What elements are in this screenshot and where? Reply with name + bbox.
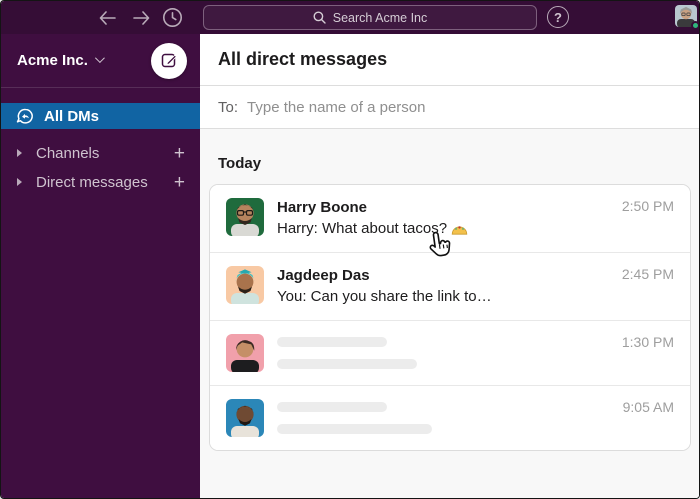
skeleton-bar	[277, 337, 387, 347]
sidebar-nav: All DMs Channels + Direct messages +	[1, 88, 200, 195]
back-arrow-icon[interactable]	[97, 8, 117, 28]
history-clock-icon[interactable]	[161, 6, 184, 29]
dm-row-harry-boone[interactable]: Harry Boone Harry: What about tacos? 2:5…	[210, 185, 690, 252]
presence-dot	[691, 21, 700, 30]
chevron-down-icon	[95, 53, 105, 63]
sidebar-item-direct-messages[interactable]: Direct messages +	[1, 169, 200, 195]
sidebar-item-label: Channels	[36, 145, 99, 162]
main-panel: All direct messages To: Type the name of…	[200, 34, 699, 498]
search-placeholder: Search Acme Inc	[333, 11, 428, 25]
search-icon	[313, 11, 326, 24]
compose-icon	[161, 52, 178, 69]
dm-timestamp: 1:30 PM	[622, 334, 674, 350]
sidebar-item-channels[interactable]: Channels +	[1, 140, 200, 166]
dm-row-unread-placeholder-1[interactable]: 1:30 PM	[210, 320, 690, 385]
avatar-person-blue	[226, 399, 264, 437]
skeleton-bar	[277, 359, 417, 369]
dm-timestamp: 2:50 PM	[622, 198, 674, 214]
dm-name: Harry Boone	[277, 198, 468, 218]
dm-list-card: Harry Boone Harry: What about tacos? 2:5…	[209, 184, 691, 451]
search-input[interactable]: Search Acme Inc	[203, 5, 537, 30]
help-icon[interactable]: ?	[547, 6, 569, 28]
taco-emoji	[451, 221, 468, 236]
avatar-person-pink	[226, 334, 264, 372]
workspace-name: Acme Inc.	[17, 52, 88, 69]
dm-row-jagdeep-das[interactable]: Jagdeep Das You: Can you share the link …	[210, 252, 690, 320]
skeleton-bar	[277, 402, 387, 412]
avatar-jagdeep-das	[226, 266, 264, 304]
page-title: All direct messages	[200, 34, 699, 86]
slack-window: Search Acme Inc ? Acme Inc.	[0, 0, 700, 499]
compose-button[interactable]	[151, 43, 187, 79]
sidebar-item-label: Direct messages	[36, 174, 148, 191]
top-bar: Search Acme Inc ?	[1, 1, 699, 34]
sidebar: Acme Inc. All DMs Channels	[1, 34, 200, 498]
dm-preview: Harry: What about tacos?	[277, 218, 447, 239]
history-nav	[97, 1, 151, 34]
user-avatar[interactable]	[675, 5, 697, 27]
caret-right-icon[interactable]	[17, 178, 22, 186]
dm-preview: You: Can you share the link to…	[277, 286, 492, 307]
dm-bubble-icon	[16, 108, 34, 125]
dm-timestamp: 2:45 PM	[622, 266, 674, 282]
to-recipient-input[interactable]: To: Type the name of a person	[200, 86, 699, 129]
section-label-today: Today	[218, 155, 699, 172]
workspace-menu[interactable]: Acme Inc.	[17, 52, 102, 69]
sidebar-item-all-dms[interactable]: All DMs	[1, 103, 200, 129]
caret-right-icon[interactable]	[17, 149, 22, 157]
dm-list-area: Today	[200, 129, 699, 498]
add-dm-button[interactable]: +	[174, 173, 185, 192]
dm-row-unread-placeholder-2[interactable]: 9:05 AM	[210, 385, 690, 450]
sidebar-item-label: All DMs	[44, 108, 99, 125]
workspace-header: Acme Inc.	[1, 34, 200, 88]
forward-arrow-icon[interactable]	[131, 8, 151, 28]
dm-timestamp: 9:05 AM	[623, 399, 674, 415]
dm-name: Jagdeep Das	[277, 266, 492, 286]
add-channel-button[interactable]: +	[174, 144, 185, 163]
avatar-harry-boone	[226, 198, 264, 236]
to-label: To:	[218, 99, 238, 116]
to-placeholder: Type the name of a person	[247, 99, 425, 116]
skeleton-bar	[277, 424, 432, 434]
